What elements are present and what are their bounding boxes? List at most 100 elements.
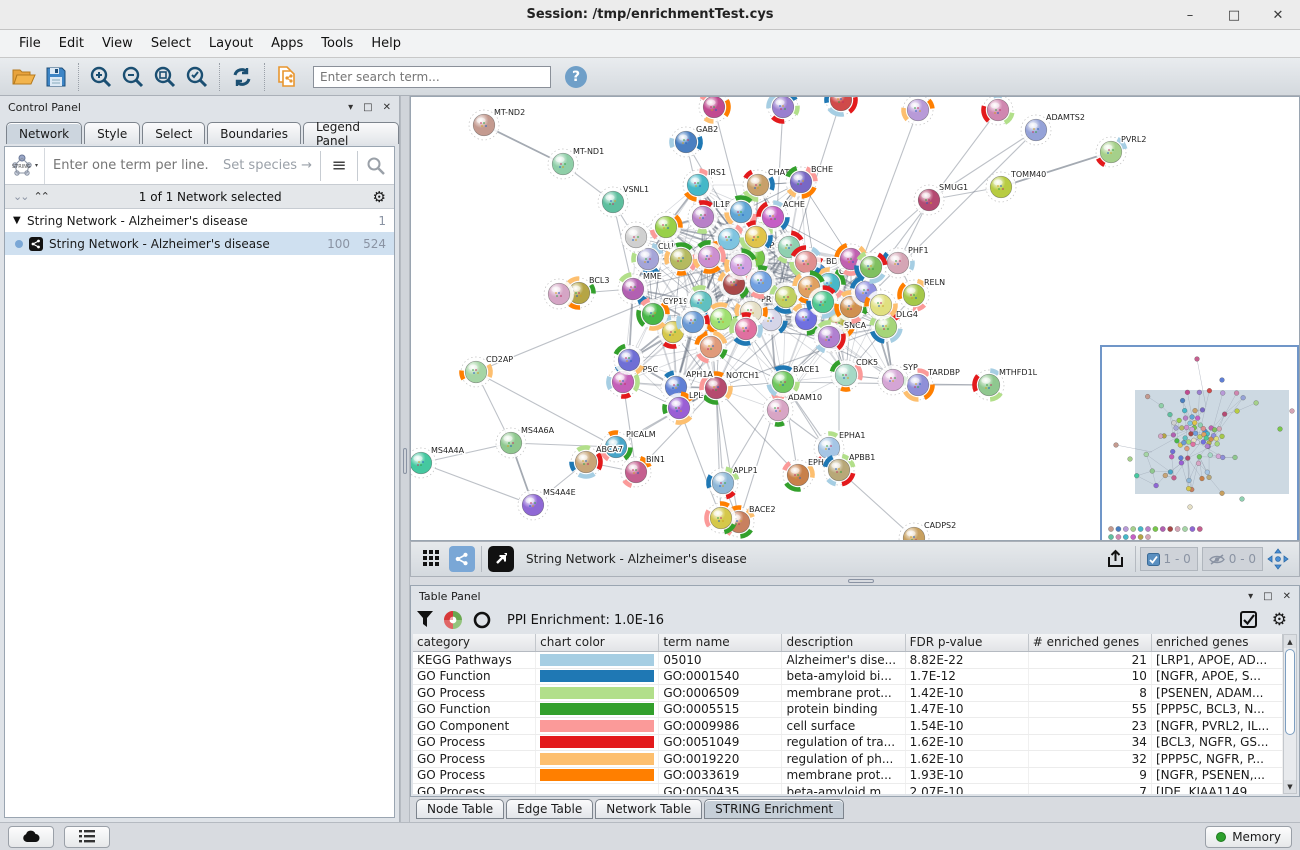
- network-node[interactable]: [824, 97, 858, 117]
- open-session-button[interactable]: [8, 62, 40, 92]
- tab-legend-panel[interactable]: Legend Panel: [303, 122, 399, 144]
- export-network-button[interactable]: [1103, 546, 1129, 572]
- column-header-category[interactable]: category: [413, 634, 536, 651]
- network-node[interactable]: APBB1: [822, 453, 876, 488]
- birds-eye-toggle-button[interactable]: [1265, 546, 1291, 572]
- network-node[interactable]: MS4A6A: [496, 426, 555, 458]
- network-node[interactable]: [767, 97, 798, 123]
- table-settings-gear-icon[interactable]: ⚙: [1272, 611, 1287, 629]
- scrollbar-thumb[interactable]: [1285, 649, 1295, 735]
- network-node[interactable]: MS4A4A: [411, 446, 465, 478]
- network-node[interactable]: ADAM10: [759, 391, 822, 429]
- column-header-FDR-p-value[interactable]: FDR p-value: [906, 634, 1029, 651]
- string-term-input[interactable]: [45, 158, 223, 173]
- column-header-description[interactable]: description: [782, 634, 905, 651]
- table-row[interactable]: GO ProcessGO:0050435beta-amyloid m...2.0…: [413, 784, 1283, 794]
- filter-icon[interactable]: [417, 611, 433, 629]
- network-node[interactable]: MTHFD1L: [969, 365, 1038, 405]
- menu-file[interactable]: File: [10, 36, 50, 51]
- table-row[interactable]: GO ProcessGO:0019220regulation of ph...1…: [413, 751, 1283, 768]
- remove-charts-icon[interactable]: [473, 611, 491, 629]
- table-panel-divider[interactable]: [410, 577, 1300, 585]
- tab-node-table[interactable]: Node Table: [416, 799, 504, 819]
- task-history-button[interactable]: [64, 826, 110, 848]
- menu-select[interactable]: Select: [142, 36, 200, 51]
- clone-network-button[interactable]: [271, 62, 303, 92]
- set-species-label[interactable]: Set species →: [223, 158, 320, 173]
- grid-view-button[interactable]: [419, 546, 445, 572]
- minimize-button[interactable]: –: [1182, 8, 1198, 23]
- panel-collapse-icon[interactable]: ▾: [348, 102, 353, 113]
- search-input[interactable]: [313, 66, 551, 88]
- tab-boundaries[interactable]: Boundaries: [207, 122, 301, 144]
- network-canvas[interactable]: MT-ND2MT-ND1VSNL1GAB2ADAMTS2PVRL2SMUG1TO…: [410, 96, 1300, 541]
- tab-network[interactable]: Network: [6, 122, 82, 144]
- automation-status-button[interactable]: [8, 826, 54, 848]
- network-node[interactable]: SMUG1: [914, 183, 968, 215]
- panel-splitter[interactable]: [400, 96, 410, 822]
- menu-tools[interactable]: Tools: [312, 36, 362, 51]
- network-collection-row[interactable]: ▼ String Network - Alzheimer's disease 1: [5, 209, 394, 232]
- column-header-term-name[interactable]: term name: [659, 634, 782, 651]
- scroll-down-icon[interactable]: ▼: [1284, 780, 1296, 793]
- table-row[interactable]: GO FunctionGO:0001540beta-amyloid bi...1…: [413, 669, 1283, 686]
- network-node[interactable]: MT-ND2: [469, 108, 525, 140]
- table-row[interactable]: GO FunctionGO:0005515protein binding1.47…: [413, 702, 1283, 719]
- tab-edge-table[interactable]: Edge Table: [506, 799, 593, 819]
- network-row[interactable]: String Network - Alzheimer's disease 100…: [5, 232, 394, 255]
- column-header-enriched-genes[interactable]: enriched genes: [1152, 634, 1283, 651]
- close-button[interactable]: ✕: [1270, 8, 1286, 23]
- panel-close-icon[interactable]: ✕: [383, 102, 391, 113]
- tab-select[interactable]: Select: [142, 122, 205, 144]
- network-node[interactable]: [544, 279, 574, 309]
- save-session-button[interactable]: [40, 62, 72, 92]
- menu-help[interactable]: Help: [362, 36, 410, 51]
- splitter-grip[interactable]: [403, 448, 407, 474]
- table-scrollbar[interactable]: ▲ ▼: [1283, 634, 1297, 794]
- tab-style[interactable]: Style: [84, 122, 140, 144]
- zoom-selected-button[interactable]: [181, 62, 213, 92]
- collapse-all-icon[interactable]: ⌃⌃: [33, 190, 47, 203]
- network-node[interactable]: PVRL2: [1091, 132, 1146, 171]
- string-view-button[interactable]: [449, 546, 475, 572]
- draw-charts-icon[interactable]: [443, 610, 463, 630]
- menu-layout[interactable]: Layout: [200, 36, 262, 51]
- column-header-chart-color[interactable]: chart color: [536, 634, 659, 651]
- network-node[interactable]: [621, 222, 651, 252]
- menu-apps[interactable]: Apps: [262, 36, 312, 51]
- divider-grip[interactable]: [848, 579, 874, 583]
- network-options-gear-icon[interactable]: ⚙: [373, 188, 386, 206]
- network-node[interactable]: CDK5: [825, 354, 878, 395]
- table-panel-collapse-icon[interactable]: ▾: [1248, 591, 1253, 602]
- string-search-icon[interactable]: [358, 148, 394, 184]
- detach-view-button[interactable]: [488, 546, 514, 572]
- scroll-up-icon[interactable]: ▲: [1284, 635, 1296, 648]
- network-node[interactable]: MS4A4E: [518, 488, 576, 520]
- network-node[interactable]: APLP1: [703, 463, 758, 504]
- network-node[interactable]: ADAMTS2: [1021, 113, 1085, 145]
- menu-view[interactable]: View: [93, 36, 142, 51]
- birds-eye-overview[interactable]: [1100, 345, 1299, 541]
- table-row[interactable]: KEGG Pathways05010Alzheimer's dise...8.8…: [413, 652, 1283, 669]
- network-node[interactable]: TOMM40: [986, 170, 1046, 202]
- zoom-in-button[interactable]: [85, 62, 117, 92]
- tab-network-table[interactable]: Network Table: [595, 799, 702, 819]
- table-row[interactable]: GO ProcessGO:0006509membrane prot...1.42…: [413, 685, 1283, 702]
- panel-float-icon[interactable]: □: [363, 102, 372, 113]
- table-panel-close-icon[interactable]: ✕: [1283, 591, 1291, 602]
- network-node[interactable]: [898, 97, 939, 130]
- network-node[interactable]: [694, 97, 734, 127]
- network-node[interactable]: IRS1: [682, 168, 726, 201]
- select-rows-icon[interactable]: [1240, 611, 1258, 629]
- zoom-fit-button[interactable]: [149, 62, 181, 92]
- zoom-out-button[interactable]: [117, 62, 149, 92]
- tab-string-enrichment[interactable]: STRING Enrichment: [704, 799, 844, 819]
- network-node[interactable]: CD2AP: [456, 352, 513, 392]
- menu-edit[interactable]: Edit: [50, 36, 93, 51]
- network-node[interactable]: VSNL1: [598, 185, 649, 217]
- network-node[interactable]: GAB2: [667, 123, 718, 160]
- table-row[interactable]: GO ProcessGO:0051049regulation of tra...…: [413, 735, 1283, 752]
- help-icon[interactable]: ?: [565, 66, 587, 88]
- tree-expand-icon[interactable]: ▼: [13, 215, 27, 226]
- memory-button[interactable]: Memory: [1205, 826, 1292, 848]
